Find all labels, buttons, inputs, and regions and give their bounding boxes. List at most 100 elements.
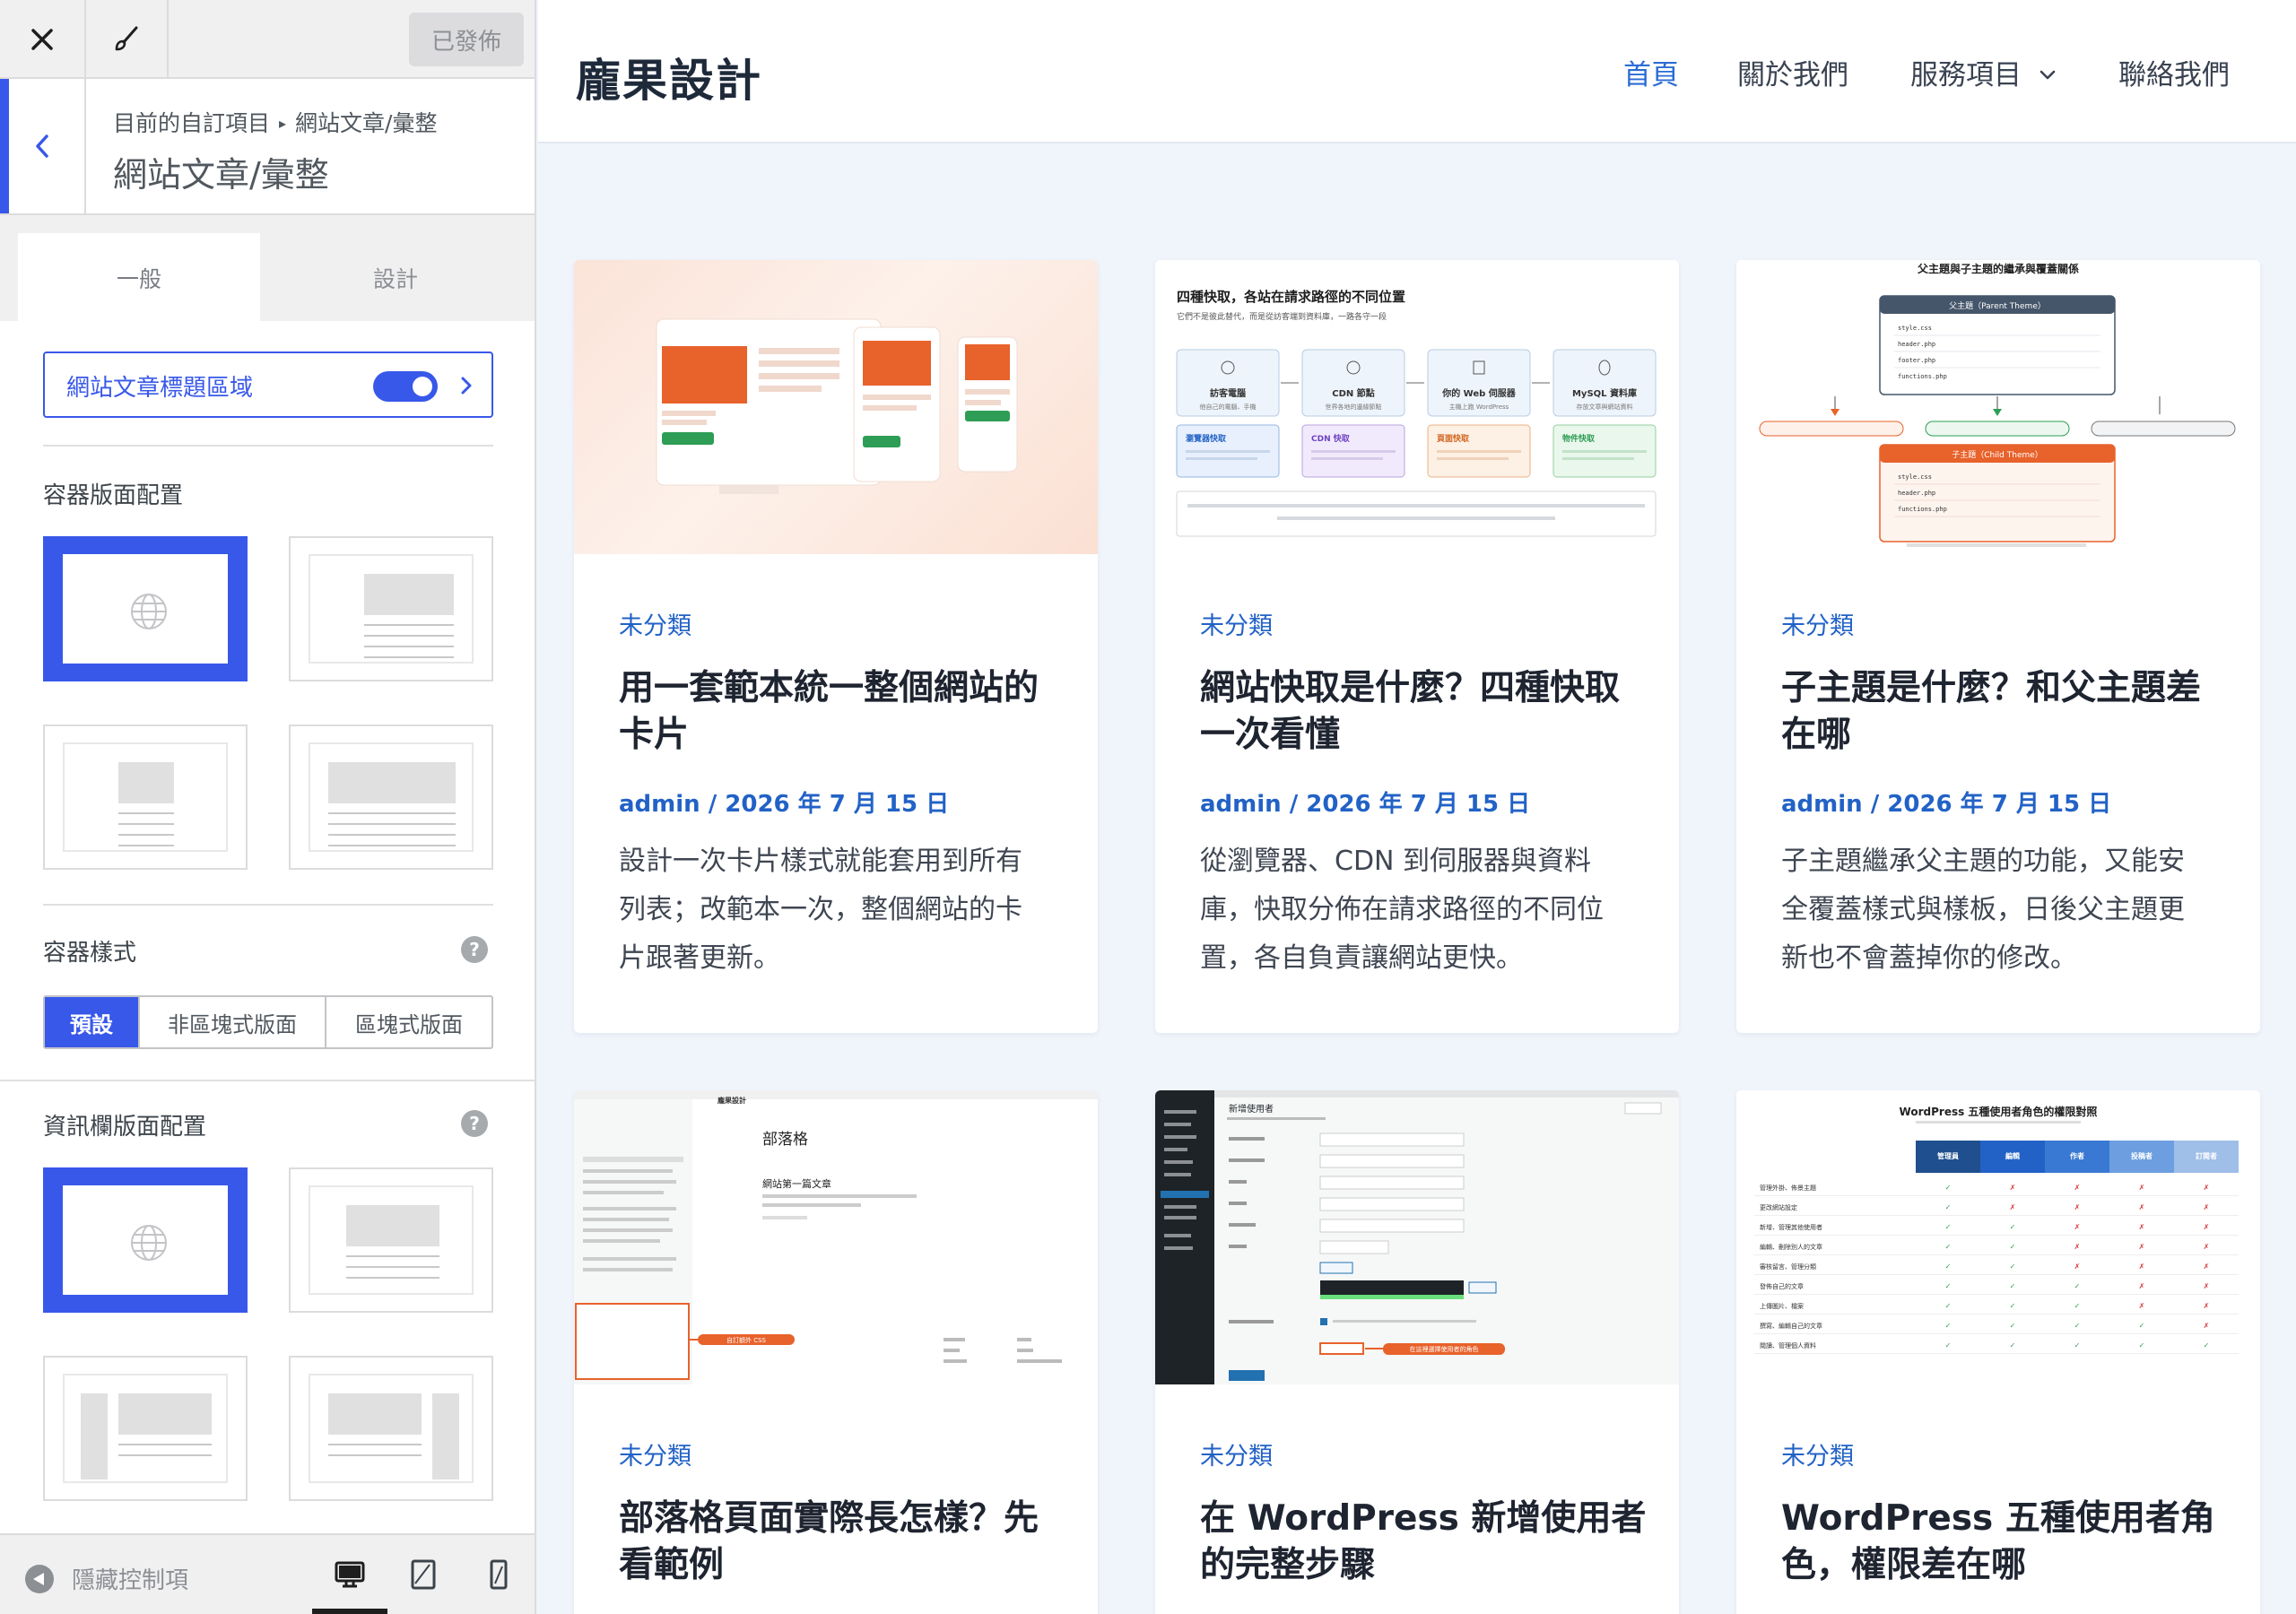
cross-icon: ✗ (2074, 1203, 2081, 1211)
role-row-divider (1754, 1274, 2239, 1275)
post-title-area-control[interactable]: 網站文章標題區域 (43, 351, 493, 418)
svg-text:世界各地的邊緣節點: 世界各地的邊緣節點 (1326, 403, 1382, 411)
post-category-link[interactable]: 未分類 (1200, 1436, 1273, 1471)
help-icon[interactable]: ? (461, 936, 488, 963)
role-row-label: 管理外掛、佈景主題 (1760, 1184, 1816, 1192)
site-preview: 龐果設計 首頁 關於我們 服務項目 聯絡我們 未分類 用一套範本統一整個網站的 … (538, 0, 2296, 1614)
chevron-left-icon (36, 134, 48, 158)
container-layout-full-width-option[interactable] (289, 725, 493, 870)
cross-icon: ✗ (2204, 1302, 2210, 1310)
post-meta[interactable]: admin / 2026 年 7 月 15 日 (1200, 785, 1530, 819)
publish-button[interactable]: 已發佈 (409, 13, 524, 66)
cross-icon: ✗ (2010, 1203, 2016, 1211)
container-layout-default-option[interactable] (43, 536, 248, 681)
chevron-right-icon[interactable] (457, 368, 475, 404)
post-card: 四種快取，各站在請求路徑的不同位置 它們不是彼此替代，而是從訪客端到資料庫，一路… (1155, 260, 1679, 1033)
check-icon: ✓ (2139, 1322, 2145, 1330)
sidebar-layout-default-option[interactable] (43, 1167, 248, 1313)
tab-design[interactable]: 設計 (274, 233, 517, 323)
check-icon: ✓ (2139, 1341, 2145, 1349)
check-icon: ✓ (2010, 1282, 2016, 1290)
check-icon: ✓ (1945, 1322, 1952, 1330)
post-excerpt: 設計一次卡片樣式就能套用到所有 列表；改範本一次，整個網站的卡 片跟著更新。 (619, 846, 1022, 974)
post-category-link[interactable]: 未分類 (1781, 1436, 1854, 1471)
container-style-unboxed-button[interactable]: 非區塊式版面 (140, 997, 326, 1047)
role-row-divider (1754, 1294, 2239, 1295)
container-layout-narrow-option[interactable] (43, 725, 248, 870)
post-thumbnail[interactable]: WordPress 五種使用者角色的權限對照 管理員 編輯 作者 投稿者 訂閱者… (1736, 1090, 2260, 1384)
sidebar-layout-no-sidebar-option[interactable] (289, 1167, 493, 1313)
svg-text:龐果設計: 龐果設計 (718, 1096, 746, 1105)
svg-text:style.css: style.css (1898, 325, 1932, 332)
desktop-preview-button[interactable] (332, 1557, 368, 1592)
svg-text:四種快取，各站在請求路徑的不同位置: 四種快取，各站在請求路徑的不同位置 (1177, 289, 1405, 305)
close-icon (31, 29, 53, 50)
post-category-link[interactable]: 未分類 (619, 1436, 691, 1471)
post-title[interactable]: 在 WordPress 新增使用者 的完整步驟 (1200, 1496, 1648, 1589)
post-thumbnail[interactable]: 四種快取，各站在請求路徑的不同位置 它們不是彼此替代，而是從訪客端到資料庫，一路… (1155, 260, 1679, 554)
nav-item-contact[interactable]: 聯絡我們 (2118, 52, 2230, 92)
post-category-link[interactable]: 未分類 (1781, 606, 1854, 641)
style-brush-button[interactable] (86, 0, 169, 79)
help-icon[interactable]: ? (461, 1110, 488, 1137)
svg-text:CDN 節點: CDN 節點 (1332, 387, 1375, 399)
container-style-default-button[interactable]: 預設 (45, 997, 140, 1047)
nav-item-services[interactable]: 服務項目 (1910, 52, 2057, 92)
breadcrumb: 目前的自訂項目 ▸ 網站文章/彙整 (113, 106, 437, 138)
cross-icon: ✗ (2139, 1302, 2145, 1310)
svg-text:頁面快取: 頁面快取 (1437, 433, 1470, 444)
check-icon: ✓ (2010, 1322, 2016, 1330)
post-title[interactable]: 用一套範本統一整個網站的 卡片 (619, 665, 1067, 759)
sidebar-layout-left-option[interactable] (43, 1356, 248, 1501)
role-row-divider (1754, 1353, 2239, 1354)
customizer-topbar: 已發佈 (0, 0, 535, 79)
post-title-area-toggle[interactable] (373, 371, 438, 402)
tablet-icon (411, 1559, 436, 1590)
post-thumbnail[interactable]: 父主題與子主題的繼承與覆蓋關係 父主題（Parent Theme） style.… (1736, 260, 2260, 554)
post-meta[interactable]: admin / 2026 年 7 月 15 日 (619, 785, 949, 819)
sidebar-layout-right-option[interactable] (289, 1356, 493, 1501)
check-icon: ✓ (2010, 1302, 2016, 1310)
post-meta[interactable]: admin / 2026 年 7 月 15 日 (1781, 785, 2111, 819)
section-tabs: 一般 設計 (18, 233, 517, 323)
container-style-boxed-button[interactable]: 區塊式版面 (326, 997, 491, 1047)
post-category-link[interactable]: 未分類 (1200, 606, 1273, 641)
cross-icon: ✗ (2074, 1243, 2081, 1251)
child-theme-diagram-illustration: 父主題與子主題的繼承與覆蓋關係 父主題（Parent Theme） style.… (1759, 262, 2236, 547)
post-thumbnail[interactable]: 新增使用者 在這裡選擇使用者的角色 (1155, 1090, 1679, 1384)
cache-diagram-illustration: 四種快取，各站在請求路徑的不同位置 它們不是彼此替代，而是從訪客端到資料庫，一路… (1176, 289, 1657, 537)
nav-item-services-label: 服務項目 (1910, 59, 2022, 91)
container-layout-boxed-option[interactable] (289, 536, 493, 681)
tab-general[interactable]: 一般 (18, 233, 260, 323)
nav-item-about[interactable]: 關於我們 (1737, 52, 1848, 92)
role-row-label: 審核留言、管理分類 (1760, 1263, 1816, 1271)
customizer-sidebar: 已發佈 目前的自訂項目 ▸ 網站文章/彙整 網站文章/彙整 一般 設計 網站文章標題… (0, 0, 536, 1614)
cross-icon: ✗ (2139, 1243, 2145, 1251)
role-row-divider (1754, 1254, 2239, 1255)
post-title[interactable]: 網站快取是什麼？四種快取 一次看懂 (1200, 665, 1648, 759)
post-thumbnail[interactable]: 自訂額外 CSS 龐果設計 部落格 網站第一篇文章 (574, 1090, 1098, 1384)
post-thumbnail[interactable] (574, 260, 1098, 554)
tablet-preview-button[interactable] (405, 1557, 441, 1592)
role-row-divider (1754, 1195, 2239, 1196)
cross-icon: ✗ (2204, 1243, 2210, 1251)
check-icon: ✓ (1945, 1243, 1952, 1251)
post-category-link[interactable]: 未分類 (619, 606, 691, 641)
mobile-preview-button[interactable] (481, 1557, 517, 1592)
back-button[interactable] (0, 79, 86, 213)
site-title[interactable]: 龐果設計 (576, 45, 762, 109)
cross-icon: ✗ (2010, 1184, 2016, 1192)
nav-item-home[interactable]: 首頁 (1623, 52, 1679, 92)
cross-icon: ✗ (2139, 1223, 2145, 1231)
mobile-icon (490, 1559, 508, 1590)
close-customizer-button[interactable] (0, 0, 86, 79)
post-title[interactable]: WordPress 五種使用者角 色，權限差在哪 (1781, 1496, 2230, 1589)
container-style-segmented-control: 預設 非區塊式版面 區塊式版面 (43, 995, 493, 1049)
post-excerpt: 從瀏覽器、CDN 到伺服器與資料 庫，快取分佈在請求路徑的不同位 置，各自負責讓… (1200, 846, 1604, 974)
post-card: 自訂額外 CSS 龐果設計 部落格 網站第一篇文章 未分類 部落格頁面實際長怎樣… (574, 1090, 1098, 1614)
role-row-label: 編輯、刪除別人的文章 (1760, 1243, 1822, 1251)
cross-icon: ✗ (2139, 1282, 2145, 1290)
hide-controls-button[interactable]: 隱藏控制項 (25, 1562, 188, 1595)
post-title[interactable]: 子主題是什麼？和父主題差 在哪 (1781, 665, 2230, 759)
post-title[interactable]: 部落格頁面實際長怎樣？先 看範例 (619, 1496, 1067, 1589)
